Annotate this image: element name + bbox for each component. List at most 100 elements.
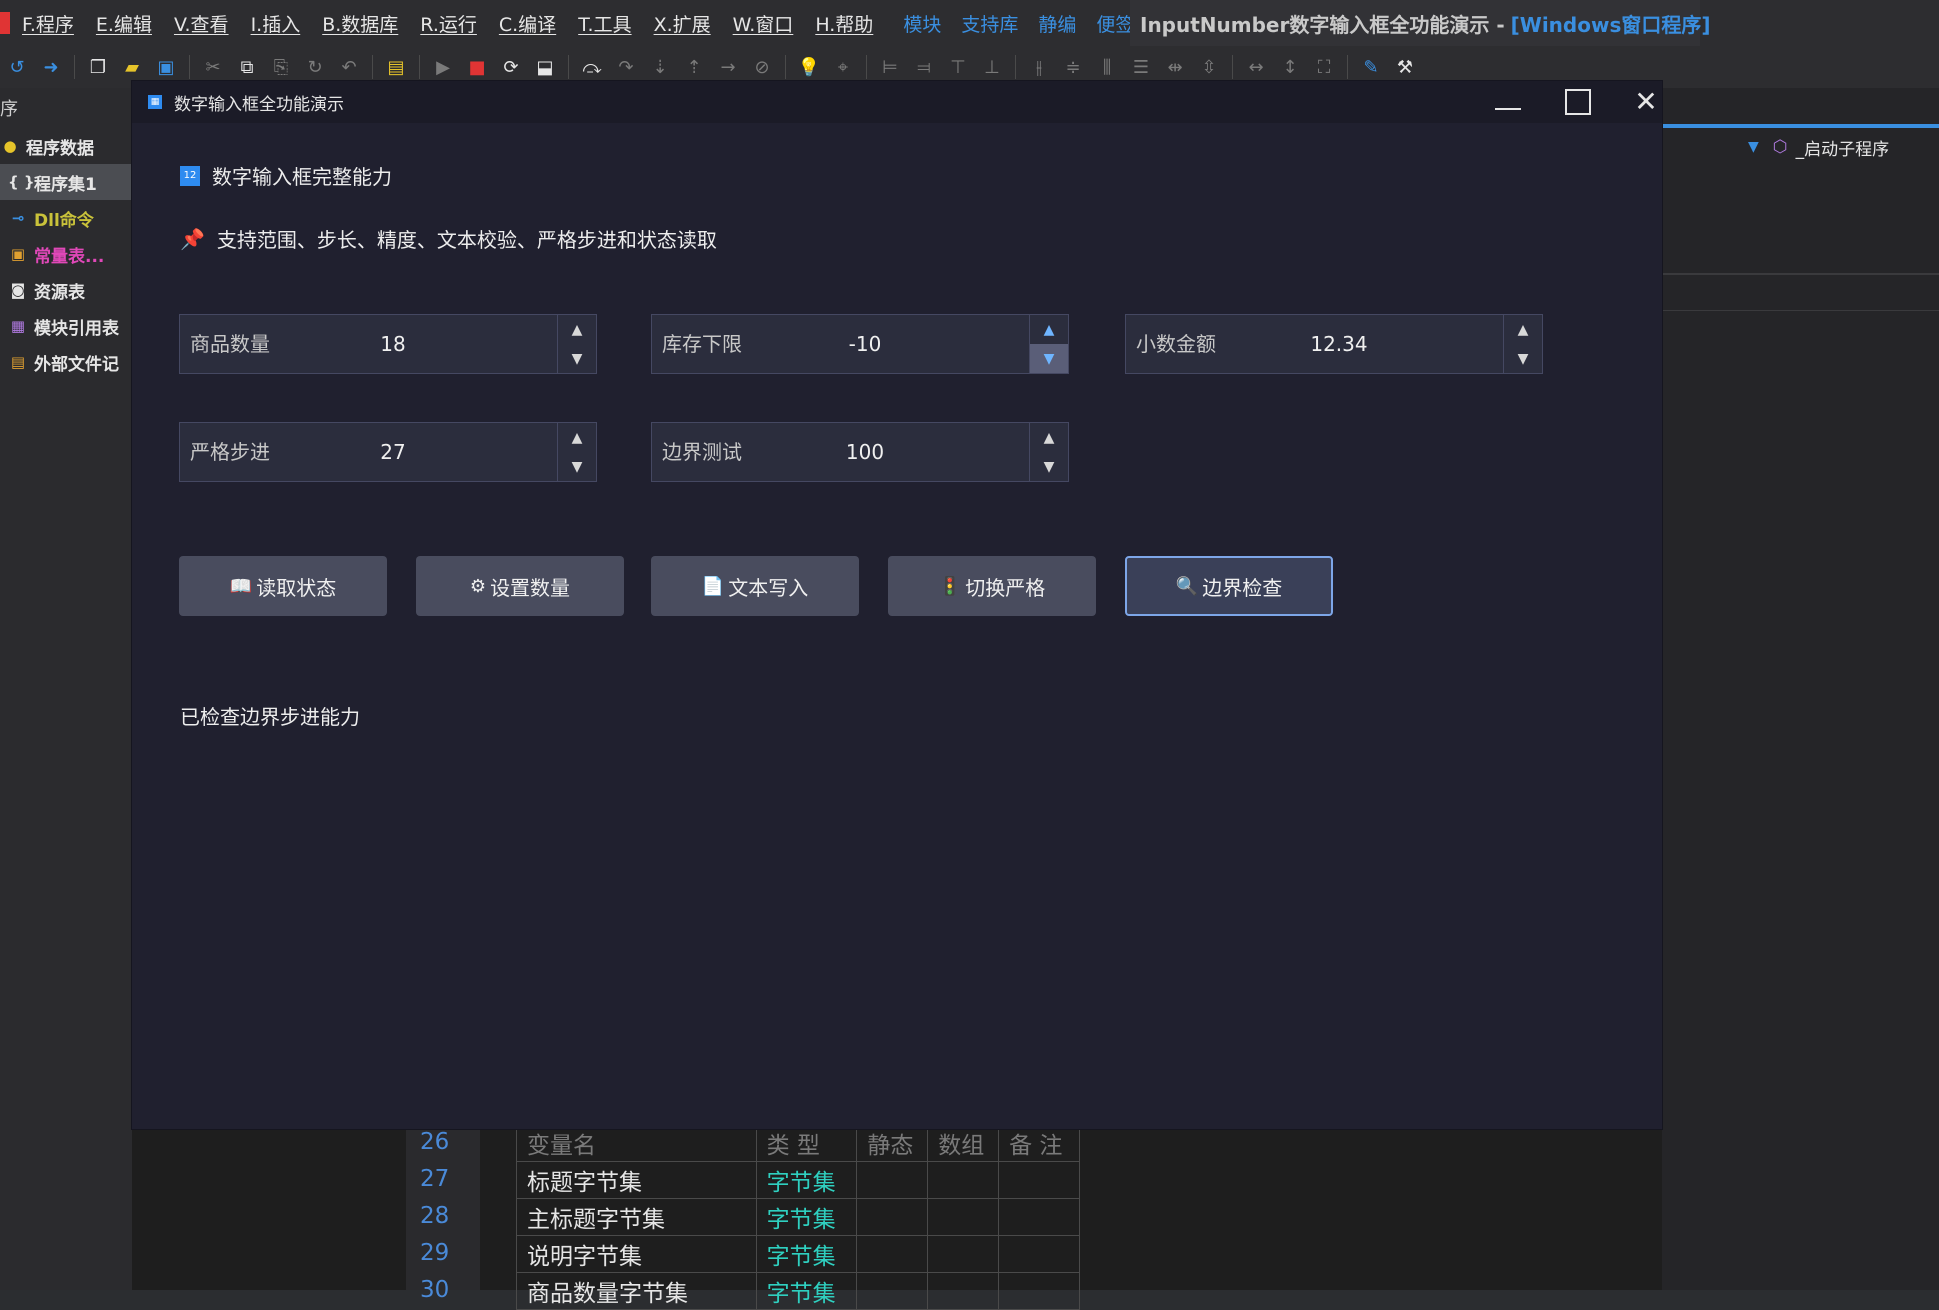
tree-item-module-refs[interactable]: ▦ 模块引用表 [0,308,132,344]
increment-arrow-icon[interactable]: ▲ [558,423,596,452]
note-cell[interactable] [998,1272,1080,1310]
input-value[interactable]: -10 [802,315,928,373]
maximize-button[interactable] [1550,81,1606,123]
table-row[interactable]: 商品数量字节集 字节集 [516,1272,1080,1310]
project-icon[interactable]: ▤ [383,54,409,80]
fit-height-icon[interactable]: ↕ [1277,54,1303,80]
align-left-icon[interactable]: ⊨ [877,54,903,80]
new-file-icon[interactable]: ❐ [85,54,111,80]
input-product-quantity[interactable]: 商品数量 18 ▲ ▼ [179,314,597,374]
tree-item-dll-commands[interactable]: ⊸ Dll命令 [0,200,132,236]
variable-type-cell[interactable]: 字节集 [755,1235,858,1273]
menu-insert[interactable]: I.插入 [251,10,301,37]
minimize-button[interactable] [1480,81,1536,123]
close-button[interactable]: ✕ [1618,81,1674,123]
read-status-button[interactable]: 📖 读取状态 [179,556,387,616]
array-cell[interactable] [927,1235,1000,1273]
forward-icon[interactable]: ➜ [38,54,64,80]
tree-item-program-data[interactable]: ● 程序数据 [0,128,132,164]
boundary-check-button[interactable]: 🔍 边界检查 [1125,556,1333,616]
variable-type-cell[interactable]: 字节集 [755,1198,858,1236]
restart-icon[interactable]: ⟳ [498,54,524,80]
table-row[interactable]: 说明字节集 字节集 [516,1235,1080,1273]
redo-icon[interactable]: ↻ [302,54,328,80]
note-cell[interactable] [998,1198,1080,1236]
menu-window[interactable]: W.窗口 [733,10,794,37]
input-value[interactable]: 27 [330,423,456,481]
brush-icon[interactable]: ✎ [1358,54,1384,80]
table-row[interactable]: 标题字节集 字节集 [516,1161,1080,1199]
stop-icon[interactable]: ■ [464,54,490,80]
step-out-icon[interactable]: → [715,54,741,80]
static-cell[interactable] [856,1272,929,1310]
menu-compile[interactable]: C.编译 [499,10,556,37]
variable-type-cell[interactable]: 字节集 [755,1272,858,1310]
menu-database[interactable]: B.数据库 [322,10,398,37]
array-cell[interactable] [927,1198,1000,1236]
toggle-strict-button[interactable]: 🚦 切换严格 [888,556,1096,616]
wrench-icon[interactable]: ⚒ [1392,54,1418,80]
fit-width-icon[interactable]: ↔ [1243,54,1269,80]
center-vertical-icon[interactable]: ⫲ [1026,54,1052,80]
center-horizontal-icon[interactable]: ≑ [1060,54,1086,80]
same-width-icon[interactable]: ⇹ [1162,54,1188,80]
distribute-h-icon[interactable]: ⫼ [1094,54,1120,80]
tree-item-constants[interactable]: ▣ 常量表... [0,236,132,272]
menu-static-compile[interactable]: 静编 [1038,10,1076,37]
same-height-icon[interactable]: ⇳ [1196,54,1222,80]
run-icon[interactable]: ▶ [430,54,456,80]
back-icon[interactable]: ↺ [4,54,30,80]
undo-icon[interactable]: ↶ [336,54,362,80]
align-bottom-icon[interactable]: ⊥ [979,54,1005,80]
write-text-button[interactable]: 📄 文本写入 [651,556,859,616]
input-value[interactable]: 12.34 [1276,315,1402,373]
dropdown-arrow-icon[interactable]: ▼ [1748,139,1759,155]
array-cell[interactable] [927,1272,1000,1310]
increment-arrow-icon[interactable]: ▲ [558,315,596,344]
variable-name-cell[interactable]: 标题字节集 [516,1161,757,1199]
paste-icon[interactable]: ⎘ [268,54,294,80]
set-quantity-button[interactable]: ⚙ 设置数量 [416,556,624,616]
build-icon[interactable]: ⬓ [532,54,558,80]
input-value[interactable]: 100 [802,423,928,481]
menu-edit[interactable]: E.编辑 [96,10,152,37]
static-cell[interactable] [856,1161,929,1199]
tree-item-resources[interactable]: ◙ 资源表 [0,272,132,308]
window-titlebar[interactable]: ▦ 数字输入框全功能演示 ✕ [132,81,1662,123]
input-decimal-amount[interactable]: 小数金额 12.34 ▲ ▼ [1125,314,1543,374]
step-over-icon[interactable]: ⤼ [579,54,605,80]
menu-program[interactable]: F.程序 [22,10,74,37]
subprogram-selector[interactable]: ▼ ⬡ _启动子程序 [1662,132,1939,162]
variable-type-cell[interactable]: 字节集 [755,1161,858,1199]
input-strict-step[interactable]: 严格步进 27 ▲ ▼ [179,422,597,482]
array-cell[interactable] [927,1161,1000,1199]
cut-icon[interactable]: ✂ [200,54,226,80]
static-cell[interactable] [856,1235,929,1273]
decrement-arrow-icon[interactable]: ▼ [558,344,596,373]
variable-name-cell[interactable]: 商品数量字节集 [516,1272,757,1310]
menu-tools[interactable]: T.工具 [578,10,631,37]
increment-arrow-icon[interactable]: ▲ [1030,315,1068,344]
menu-help[interactable]: H.帮助 [815,10,873,37]
align-top-icon[interactable]: ⊤ [945,54,971,80]
static-cell[interactable] [856,1198,929,1236]
decrement-arrow-icon[interactable]: ▼ [1030,452,1068,481]
tree-item-assembly[interactable]: { } 程序集1 [0,164,132,200]
variable-name-cell[interactable]: 说明字节集 [516,1235,757,1273]
menu-view[interactable]: V.查看 [174,10,229,37]
menu-extend[interactable]: X.扩展 [654,10,711,37]
step-up-icon[interactable]: ⇡ [681,54,707,80]
tree-item-external-files[interactable]: ▤ 外部文件记 [0,344,132,380]
distribute-v-icon[interactable]: ☰ [1128,54,1154,80]
breakpoint-icon[interactable]: ⊘ [749,54,775,80]
step-into-icon[interactable]: ↷ [613,54,639,80]
input-value[interactable]: 18 [330,315,456,373]
copy-icon[interactable]: ⧉ [234,54,260,80]
align-right-icon[interactable]: ⫤ [911,54,937,80]
save-icon[interactable]: ▣ [153,54,179,80]
table-row[interactable]: 主标题字节集 字节集 [516,1198,1080,1236]
variable-name-cell[interactable]: 主标题字节集 [516,1198,757,1236]
cursor-icon[interactable]: ⌖ [830,54,856,80]
increment-arrow-icon[interactable]: ▲ [1504,315,1542,344]
note-cell[interactable] [998,1161,1080,1199]
